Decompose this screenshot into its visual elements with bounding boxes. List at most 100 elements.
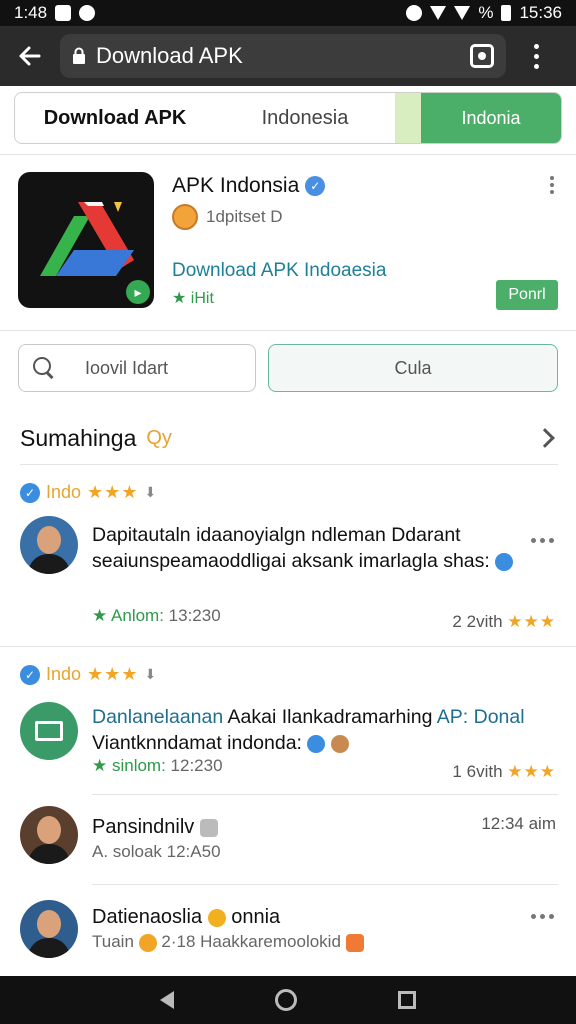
review-meta: A. soloak 12:A50 bbox=[92, 842, 221, 861]
review-text: Dapitautaln idaanoyialgn ndleman Ddarant… bbox=[92, 522, 552, 574]
review-rating: 2 2vith ★★★ bbox=[452, 612, 556, 632]
app-card[interactable]: ▸ APK Indonsia ✓ 1dpitset D Download APK… bbox=[18, 172, 560, 312]
down-arrow-icon: ⬇ bbox=[144, 666, 157, 682]
review-label: 6vith bbox=[466, 762, 503, 781]
reviewer-name: Datienaoslia bbox=[92, 906, 203, 928]
divider bbox=[0, 646, 576, 647]
dot-icon bbox=[533, 63, 539, 69]
review-time: 12:230 bbox=[170, 756, 223, 775]
review-item[interactable]: ✓ Indo ★★★ ⬇ Dapitautaln idaanoyialgn nd… bbox=[20, 482, 560, 632]
review-more-button[interactable] bbox=[531, 914, 554, 919]
down-arrow-icon: ⬇ bbox=[144, 484, 157, 500]
tab-indonesia[interactable]: Indonesia bbox=[215, 93, 395, 143]
review-body-line2: Viantknndamat indonda: bbox=[92, 732, 302, 754]
monitor-icon bbox=[35, 721, 63, 741]
tabs-icon[interactable] bbox=[470, 44, 494, 68]
dot-icon bbox=[533, 43, 539, 49]
review-right-stars: ★★★ bbox=[507, 762, 556, 781]
review-meta: ★ sinlom: 12:230 bbox=[92, 756, 223, 776]
review-tag-label: Indo bbox=[46, 482, 82, 502]
review-item[interactable]: Pansindnilv A. soloak 12:A50 12:34 aim bbox=[20, 806, 560, 876]
divider bbox=[92, 884, 558, 885]
user-mini-avatar bbox=[330, 734, 349, 753]
check-icon: ✓ bbox=[20, 482, 40, 503]
review-item[interactable]: Datienaoslia onnia Tuain 2·18 Haakkaremo… bbox=[20, 898, 560, 968]
avatar[interactable] bbox=[20, 806, 78, 864]
lock-icon bbox=[199, 818, 218, 837]
review-time: 13:230 bbox=[168, 606, 221, 625]
tab-download-apk[interactable]: Download APK bbox=[15, 93, 215, 143]
avatar[interactable] bbox=[20, 900, 78, 958]
divider bbox=[20, 464, 558, 465]
status-bar: 1:48 % 15:36 bbox=[0, 0, 576, 26]
status-time: 1:48 bbox=[14, 3, 48, 22]
address-bar[interactable]: Download APK bbox=[60, 34, 506, 78]
review-link[interactable]: Danlanelaanan bbox=[92, 706, 223, 728]
section-header[interactable]: Sumahinga Qy bbox=[20, 420, 560, 456]
app-icon: ▸ bbox=[18, 172, 154, 308]
developer-avatar bbox=[172, 204, 198, 230]
review-meta-detail: 2·18 Haakkaremoolokid bbox=[161, 932, 341, 951]
app-rating-label: ★ iHit bbox=[172, 290, 214, 307]
review-right-stars: ★★★ bbox=[507, 612, 556, 631]
review-label: 2vith bbox=[466, 612, 503, 631]
overflow-menu-button[interactable] bbox=[506, 26, 566, 86]
emoji-icon bbox=[207, 908, 226, 927]
tab-bar: Download APK Indonesia Indonia bbox=[14, 92, 562, 144]
install-button[interactable]: Ponrl bbox=[496, 280, 558, 310]
cula-button[interactable]: Cula bbox=[268, 344, 558, 392]
search-row: Cula bbox=[18, 344, 558, 392]
review-meta-star: ★ sinlom: bbox=[92, 756, 166, 775]
review-body: Aakai Ilankadramarhing bbox=[227, 706, 433, 728]
nav-home-icon[interactable] bbox=[274, 989, 297, 1011]
clock: 15:36 bbox=[519, 3, 562, 22]
nav-recents-icon[interactable] bbox=[397, 991, 416, 1009]
url-text: Download APK bbox=[96, 43, 243, 68]
divider bbox=[92, 794, 558, 795]
review-count: 2 bbox=[452, 612, 462, 631]
review-text: Danlanelaanan Aakai Ilankadramarhing AP:… bbox=[92, 704, 562, 756]
app-subtitle[interactable]: Download APK Indoaesia bbox=[172, 260, 386, 282]
avatar[interactable] bbox=[20, 516, 78, 574]
signal-icon bbox=[454, 6, 471, 20]
dot-icon bbox=[533, 53, 539, 59]
search-input[interactable] bbox=[85, 357, 225, 379]
divider bbox=[0, 330, 576, 331]
avatar[interactable] bbox=[20, 702, 78, 760]
sticker-icon bbox=[345, 933, 364, 952]
app-name: APK Indonsia bbox=[172, 174, 300, 197]
section-title: Sumahinga bbox=[20, 424, 137, 451]
review-meta-star: ★ Anlom: bbox=[92, 606, 164, 625]
back-button[interactable] bbox=[0, 26, 60, 86]
review-meta: Tuain 2·18 Haakkaremoolokid bbox=[92, 932, 364, 952]
tab-indicator bbox=[395, 93, 421, 143]
review-meta: ★ Anlom: 13:230 bbox=[92, 606, 221, 626]
review-tag-label: Indo bbox=[46, 664, 82, 684]
emoji-icon bbox=[138, 933, 157, 952]
developer-row[interactable]: 1dpitset D bbox=[172, 204, 283, 230]
system-nav-bar bbox=[0, 976, 576, 1024]
wifi-icon bbox=[430, 6, 447, 20]
reviewer-name-suffix: onnia bbox=[231, 906, 281, 928]
lock-icon bbox=[73, 47, 85, 64]
location-icon bbox=[495, 552, 514, 571]
notification-icon bbox=[55, 5, 72, 21]
search-field[interactable] bbox=[18, 344, 256, 392]
section-badge: Qy bbox=[146, 426, 172, 449]
tab-indonia[interactable]: Indonia bbox=[421, 93, 561, 143]
chevron-right-icon[interactable] bbox=[535, 428, 555, 448]
review-item[interactable]: ✓ Indo ★★★ ⬇ Danlanelaanan Aakai Ilankad… bbox=[20, 664, 560, 794]
review-link-2[interactable]: AP: Donal bbox=[437, 706, 525, 728]
review-more-button[interactable] bbox=[531, 538, 554, 543]
verified-icon: ✓ bbox=[305, 176, 326, 196]
location-icon bbox=[307, 734, 326, 753]
review-body: Dapitautaln idaanoyialgn ndleman Ddarant… bbox=[92, 524, 490, 572]
arrow-left-icon bbox=[19, 46, 41, 66]
battery-label: % bbox=[478, 3, 494, 22]
review-tag: ✓ Indo ★★★ ⬇ bbox=[20, 482, 560, 503]
nav-back-icon[interactable] bbox=[160, 991, 175, 1009]
review-tag: ✓ Indo ★★★ ⬇ bbox=[20, 664, 560, 685]
battery-icon bbox=[501, 5, 512, 21]
review-meta-label: Tuain bbox=[92, 932, 134, 951]
app-more-button[interactable] bbox=[550, 176, 554, 194]
